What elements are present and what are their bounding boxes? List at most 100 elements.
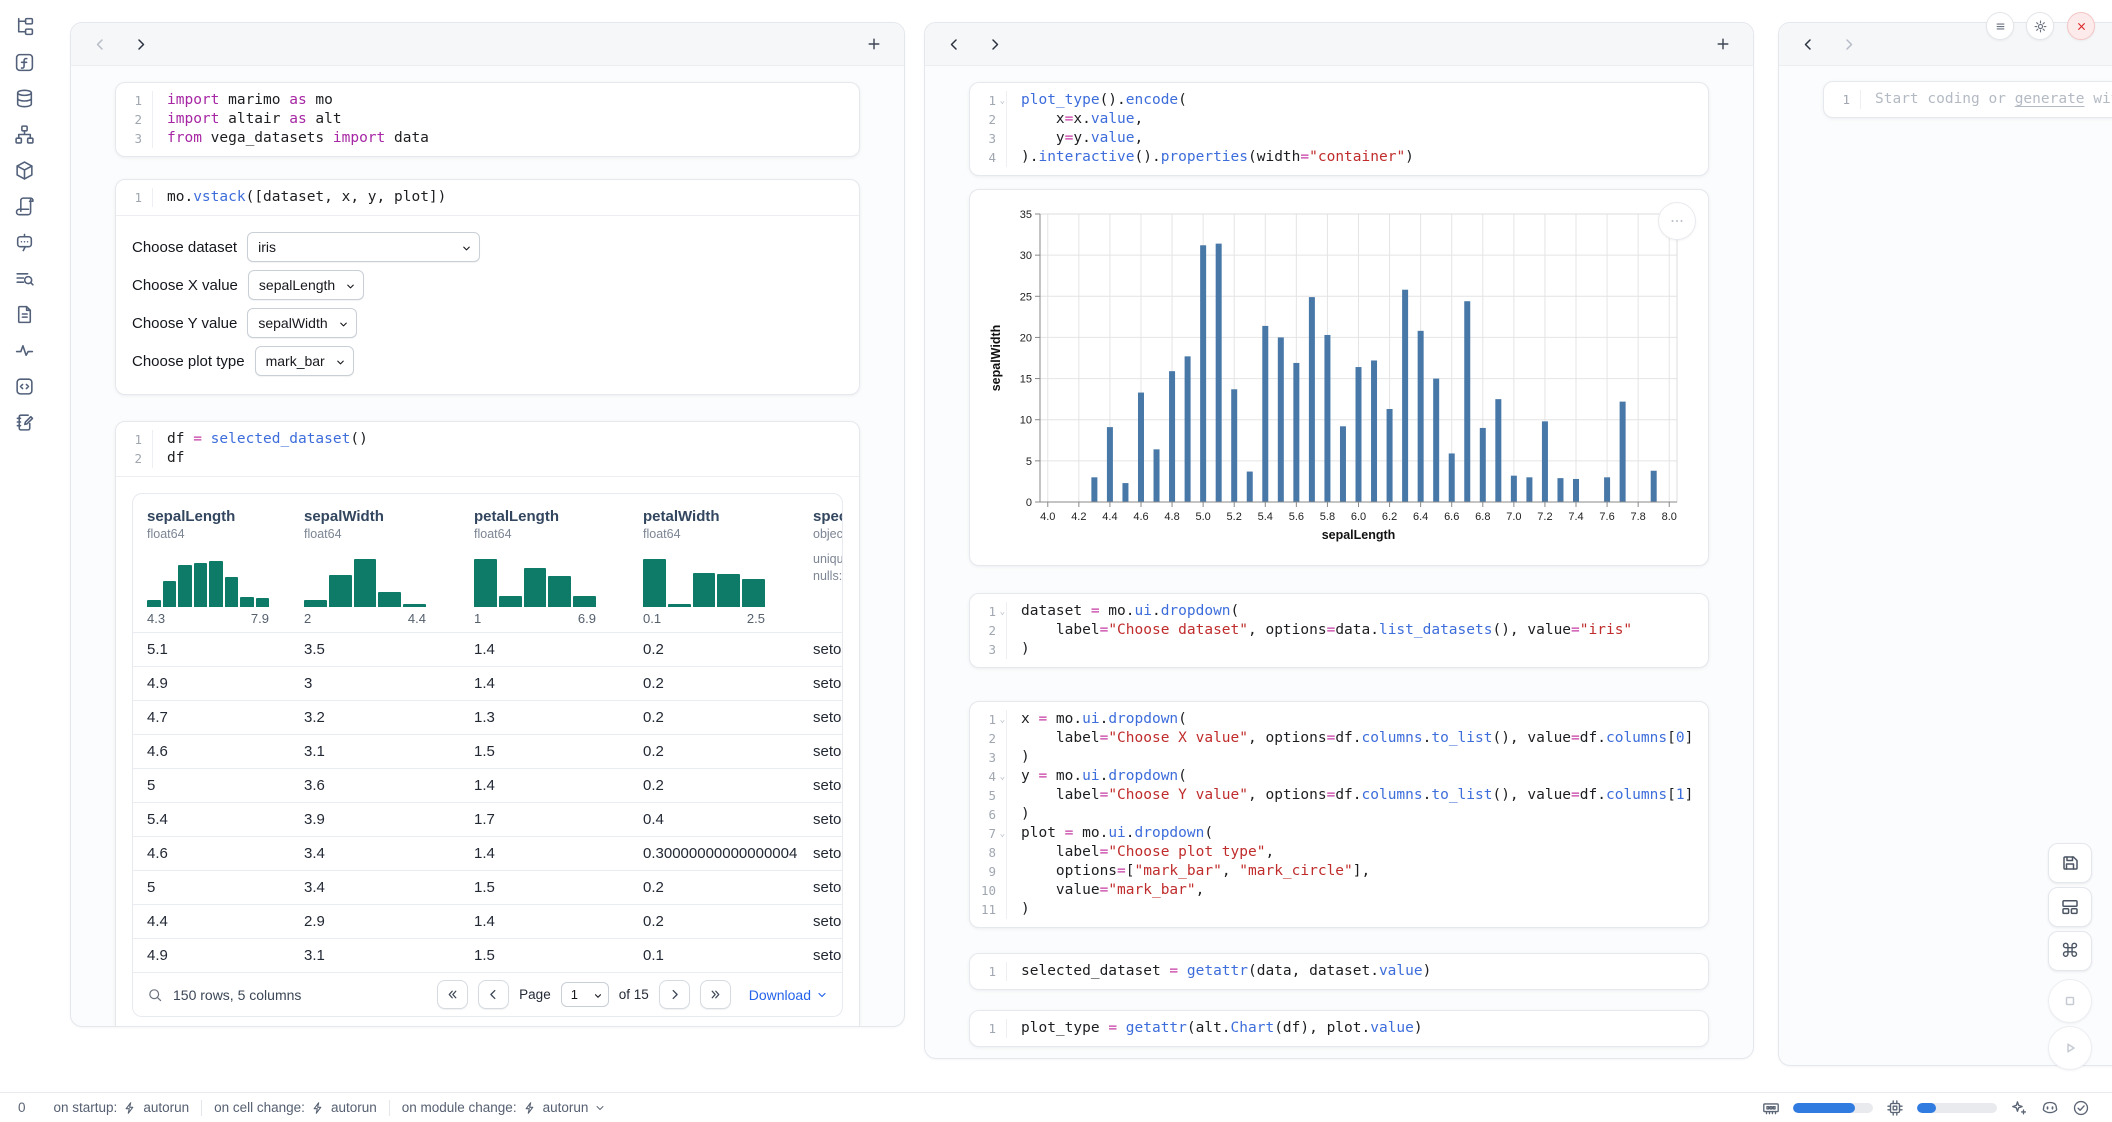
code-text[interactable]: selected_dataset = getattr(data, dataset… [1006, 962, 1708, 981]
sidebar-list-search-button[interactable] [12, 266, 36, 290]
dropdown-select[interactable]: mark_bar [255, 346, 354, 376]
sidebar-file-tree-button[interactable] [12, 14, 36, 38]
code-text[interactable]: label="Choose X value", options=df.colum… [1006, 729, 1708, 748]
table-column-header[interactable]: petalWidthfloat640.12.5 [629, 494, 799, 632]
sidebar-dependency-graph-button[interactable] [12, 122, 36, 146]
table-column-header[interactable]: petalLengthfloat6416.9 [460, 494, 629, 632]
code-text[interactable]: df [152, 449, 859, 468]
chart-menu-button[interactable] [1658, 202, 1696, 240]
next-column-button[interactable] [983, 33, 1005, 55]
sidebar-chat-bot-button[interactable] [12, 230, 36, 254]
download-button[interactable]: Download [749, 987, 828, 1003]
stop-button[interactable] [2048, 979, 2092, 1023]
dropdown-select[interactable]: iris [247, 232, 480, 262]
run-config-2[interactable]: on cell change:autorun [214, 1100, 377, 1115]
first-page-button[interactable] [437, 980, 468, 1009]
code-text[interactable]: ) [1006, 900, 1708, 919]
table-cell: 4.6 [133, 735, 290, 768]
code-text[interactable]: plot_type = getattr(alt.Chart(df), plot.… [1006, 1019, 1708, 1038]
fold-chevron-icon[interactable]: ⌄ [1000, 92, 1005, 111]
line-number: 6 [970, 805, 1006, 824]
code-text[interactable]: x=x.value, [1006, 110, 1708, 129]
prev-column-button[interactable] [943, 33, 965, 55]
add-cell-button[interactable] [1711, 32, 1735, 56]
editor-placeholder[interactable]: Start coding or generate with AI [1860, 90, 2112, 109]
code-text[interactable]: label="Choose Y value", options=df.colum… [1006, 786, 1708, 805]
code-editor[interactable]: 1⌄x = mo.ui.dropdown(2 label="Choose X v… [970, 702, 1708, 927]
code-text[interactable]: ) [1006, 748, 1708, 767]
sidebar-help-button[interactable] [12, 446, 36, 470]
next-page-button[interactable] [659, 980, 690, 1009]
code-text[interactable]: ).interactive().properties(width="contai… [1006, 148, 1708, 167]
code-text[interactable]: plot = mo.ui.dropdown( [1006, 824, 1708, 843]
next-column-button[interactable] [1837, 33, 1859, 55]
add-cell-button[interactable] [862, 32, 886, 56]
search-icon[interactable] [147, 987, 163, 1003]
fold-chevron-icon[interactable]: ⌄ [1000, 603, 1005, 622]
sidebar-function-square-button[interactable] [12, 50, 36, 74]
generate-with-ai-link[interactable]: generate [2015, 91, 2085, 107]
code-text[interactable]: y=y.value, [1006, 129, 1708, 148]
code-editor[interactable]: 1⌄plot_type().encode(2 x=x.value,3 y=y.v… [970, 83, 1708, 175]
sidebar-scroll-button[interactable] [12, 194, 36, 218]
error-indicator[interactable]: 0 [12, 1100, 26, 1115]
table-column-header[interactable]: sepalWidthfloat6424.4 [290, 494, 460, 632]
sidebar-activity-button[interactable] [12, 338, 36, 362]
code-text[interactable]: ) [1006, 805, 1708, 824]
settings-button[interactable] [2026, 12, 2054, 40]
next-column-button[interactable] [129, 33, 151, 55]
code-text[interactable]: dataset = mo.ui.dropdown( [1006, 602, 1708, 621]
code-text[interactable]: import altair as alt [152, 110, 859, 129]
table-column-header[interactable]: speciesobjectunique:nulls: [799, 494, 842, 632]
last-page-button[interactable] [700, 980, 731, 1009]
prev-column-button[interactable] [89, 33, 111, 55]
page-select[interactable]: 1 [561, 982, 609, 1007]
code-text[interactable]: options=["mark_bar", "mark_circle"], [1006, 862, 1708, 881]
code-text[interactable]: x = mo.ui.dropdown( [1006, 710, 1708, 729]
code-text[interactable]: label="Choose plot type", [1006, 843, 1708, 862]
run-config-1[interactable]: on startup:autorun [54, 1100, 190, 1115]
code-line: 1mo.vstack([dataset, x, y, plot]) [116, 188, 859, 207]
code-editor[interactable]: 1import marimo as mo2import altair as al… [116, 83, 859, 156]
code-text[interactable]: from vega_datasets import data [152, 129, 859, 148]
empty-code-editor[interactable]: 1Start coding or generate with AI [1824, 82, 2112, 117]
table-column-header[interactable]: sepalLengthfloat644.37.9 [133, 494, 290, 632]
copilot-button[interactable] [2041, 1099, 2059, 1117]
sidebar-database-button[interactable] [12, 86, 36, 110]
save-button[interactable] [2048, 843, 2092, 883]
sidebar-document-button[interactable] [12, 302, 36, 326]
prev-page-button[interactable] [478, 980, 509, 1009]
code-editor[interactable]: 1selected_dataset = getattr(data, datase… [970, 954, 1708, 989]
code-text[interactable]: ) [1006, 640, 1708, 659]
prev-column-button[interactable] [1797, 33, 1819, 55]
code-text[interactable]: label="Choose dataset", options=data.lis… [1006, 621, 1708, 640]
code-line: 1plot_type = getattr(alt.Chart(df), plot… [970, 1019, 1708, 1038]
dropdown-select[interactable]: sepalLength [248, 270, 364, 300]
code-text[interactable]: df = selected_dataset() [152, 430, 859, 449]
layout-grid-button[interactable] [2048, 887, 2092, 927]
run-config-3[interactable]: on module change:autorun [402, 1100, 607, 1115]
fold-chevron-icon[interactable]: ⌄ [1000, 768, 1005, 787]
code-editor[interactable]: 1df = selected_dataset()2df [116, 422, 859, 476]
altair-bar-chart[interactable]: 4.04.24.44.64.85.05.25.45.65.86.06.26.46… [986, 204, 1693, 546]
code-text[interactable]: mo.vstack([dataset, x, y, plot]) [152, 188, 859, 207]
menu-button[interactable] [1986, 12, 2014, 40]
code-text[interactable]: value="mark_bar", [1006, 881, 1708, 900]
fold-chevron-icon[interactable]: ⌄ [1000, 825, 1005, 844]
sidebar-package-button[interactable] [12, 158, 36, 182]
fold-chevron-icon[interactable]: ⌄ [1000, 711, 1005, 730]
code-editor[interactable]: 1plot_type = getattr(alt.Chart(df), plot… [970, 1011, 1708, 1046]
code-text[interactable]: import marimo as mo [152, 91, 859, 110]
code-text[interactable]: plot_type().encode( [1006, 91, 1708, 110]
code-editor[interactable]: 1⌄dataset = mo.ui.dropdown(2 label="Choo… [970, 594, 1708, 667]
code-editor[interactable]: 1mo.vstack([dataset, x, y, plot]) [116, 180, 859, 215]
sparkles-button[interactable] [2010, 1099, 2028, 1117]
sidebar-scratchpad-button[interactable] [12, 410, 36, 434]
dropdown-select[interactable]: sepalWidth [247, 308, 356, 338]
status-check-button[interactable] [2072, 1099, 2090, 1117]
run-button[interactable] [2048, 1026, 2092, 1070]
code-text[interactable]: y = mo.ui.dropdown( [1006, 767, 1708, 786]
sidebar-snippets-button[interactable] [12, 374, 36, 398]
shutdown-button[interactable] [2067, 12, 2095, 40]
command-button[interactable]: ⌘ [2048, 931, 2092, 971]
